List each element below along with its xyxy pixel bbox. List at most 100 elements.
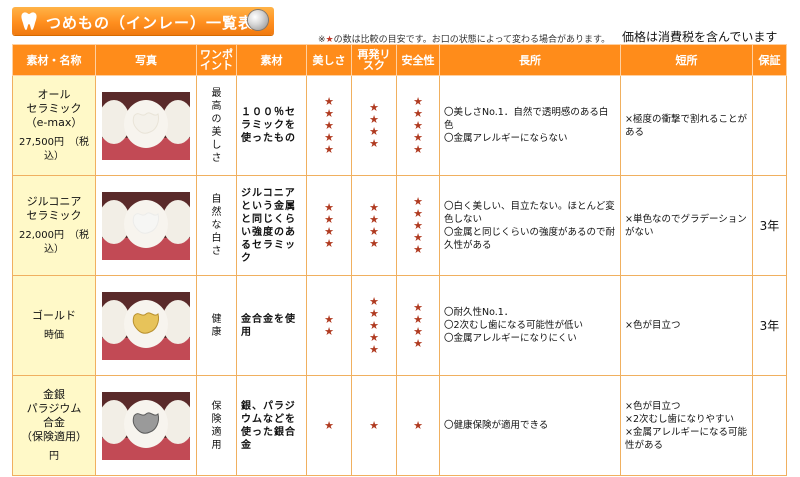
- demerit-item: ×色が目立つ: [625, 400, 681, 412]
- cell-safety-stars: ★: [396, 375, 440, 476]
- star-icon: ★: [369, 112, 379, 126]
- cell-demerits: ×極度の衝撃で割れることがある: [620, 75, 753, 176]
- star-icon: ★: [324, 130, 334, 144]
- cell-one-point: 最高の美しさ: [196, 75, 237, 176]
- cell-material: 銀、パラジウムなどを使った銀合金: [236, 375, 307, 476]
- menu-ball-button[interactable]: [248, 10, 268, 30]
- star-icon: ★: [324, 324, 334, 338]
- header-row: 素材・名称 写真 ワンポイント 素材 美しさ 再発リスク 安全性 長所 短所 保…: [12, 44, 787, 76]
- star-icon: ★: [324, 106, 334, 120]
- star-icon: ★: [413, 324, 423, 338]
- cell-photo: [95, 75, 197, 176]
- page-title-bar: つめもの（インレー）一覧表: [12, 7, 274, 35]
- star-icon: ★: [369, 294, 379, 308]
- gold-tooth-photo: [102, 291, 190, 360]
- name-line: ジルコニア: [26, 194, 82, 208]
- star-icon: ★: [324, 224, 334, 238]
- cell-photo: [95, 175, 197, 276]
- star-icon: ★: [369, 330, 379, 344]
- cell-safety-stars: ★ ★ ★ ★ ★: [396, 175, 440, 276]
- demerit-item: ×極度の衝撃で割れることがある: [625, 113, 747, 138]
- table-row: ゴールド 時価 健康 金合金を使用 ★ ★ ★ ★ ★ ★ ★ ★ ★ ★ ★ 〇耐久性No.1． 〇2次むし歯…: [12, 275, 787, 376]
- table-row: ジルコニア セラミック 22,000円 （税込） 自然な白さ ジルコニアという金属と同じ…: [12, 175, 787, 276]
- header-name: 素材・名称: [12, 44, 96, 76]
- material-text: １００％セラミックを使ったもの: [241, 107, 296, 144]
- star-icon: ★: [324, 312, 334, 326]
- star-icon: ★: [369, 306, 379, 320]
- cell-one-point: 自然な白さ: [196, 175, 237, 276]
- name-line: オール: [37, 87, 71, 101]
- merit-item: 〇2次むし歯になる可能性が低い: [444, 320, 584, 331]
- star-icon: ★: [369, 136, 379, 150]
- star-icon: ★: [413, 106, 423, 120]
- star-icon: ★: [413, 194, 423, 208]
- star-icon: ★: [324, 118, 334, 132]
- merit-item: 〇白く美しい、目立たない。ほとんど変色しない: [444, 200, 615, 225]
- cell-material: １００％セラミックを使ったもの: [236, 75, 307, 176]
- table-row: 金銀 パラジウム 合金 （保険適用） 円 保険適用 銀、パラジウムなどを使った銀合金 ★ ★ ★ 〇…: [12, 375, 787, 476]
- cell-warranty: 3年: [752, 275, 787, 376]
- header-material: 素材: [236, 44, 307, 76]
- cell-beauty-stars: ★ ★ ★ ★ ★: [306, 75, 352, 176]
- cell-merits: 〇白く美しい、目立たない。ほとんど変色しない 〇金属と同じくらいの強度があるので耐…: [439, 175, 621, 276]
- star-icon: ★: [413, 336, 423, 350]
- material-text: ジルコニアという金属と同じくらい強度のあるセラミック: [241, 187, 296, 264]
- name-line: 合金: [43, 415, 65, 429]
- name-line: ゴールド: [32, 308, 76, 322]
- header-merits: 長所: [439, 44, 621, 76]
- star-icon: ★: [369, 418, 379, 432]
- cell-warranty: [752, 375, 787, 476]
- star-icon: ★: [324, 94, 334, 108]
- cell-risk-stars: ★ ★ ★ ★: [351, 175, 397, 276]
- cell-material: ジルコニアという金属と同じくらい強度のあるセラミック: [236, 175, 307, 276]
- star-icon: ★: [369, 200, 379, 214]
- star-icon: ★: [324, 418, 334, 432]
- star-icon: ★: [369, 236, 379, 250]
- star-icon: ★: [324, 236, 334, 250]
- star-icon: ★: [413, 142, 423, 156]
- inlay-comparison-table: 素材・名称 写真 ワンポイント 素材 美しさ 再発リスク 安全性 長所 短所 保…: [12, 44, 787, 476]
- demerit-item: ×色が目立つ: [625, 320, 681, 331]
- one-point-text: 保険適用: [211, 400, 222, 451]
- name-line: セラミック: [26, 208, 82, 222]
- demerit-item: ×単色なのでグラデーションがない: [625, 213, 747, 238]
- star-icon: ★: [413, 300, 423, 314]
- one-point-text: 自然な白さ: [211, 194, 222, 257]
- material-text: 金合金を使用: [241, 313, 296, 338]
- star-icon: ★: [369, 318, 379, 332]
- cell-material: 金合金を使用: [236, 275, 307, 376]
- name-line: パラジウム: [26, 401, 82, 415]
- header-risk: 再発リスク: [351, 44, 397, 76]
- cell-name: オール セラミック （e-max） 27,500円 （税込）: [12, 75, 96, 176]
- name-line: セラミック: [26, 101, 82, 115]
- header-safety: 安全性: [396, 44, 440, 76]
- zirconia-tooth-photo: [102, 191, 190, 260]
- star-icon: ★: [369, 212, 379, 226]
- merit-item: 〇金属アレルギーにならない: [444, 133, 568, 144]
- page-title: つめもの（インレー）一覧表: [46, 14, 255, 32]
- header-demerits: 短所: [620, 44, 753, 76]
- merit-item: 〇金属アレルギーになりにくい: [444, 333, 577, 344]
- cell-one-point: 保険適用: [196, 375, 237, 476]
- star-icon: ★: [413, 218, 423, 232]
- demerit-item: ×金属アレルギーになる可能性がある: [625, 426, 747, 451]
- header-warranty: 保証: [752, 44, 787, 76]
- star-icon: ★: [413, 94, 423, 108]
- cell-one-point: 健康: [196, 275, 237, 376]
- cell-beauty-stars: ★: [306, 375, 352, 476]
- star-icon: ★: [413, 312, 423, 326]
- cell-safety-stars: ★ ★ ★ ★ ★: [396, 75, 440, 176]
- star-icon: ★: [324, 200, 334, 214]
- merit-item: 〇金属と同じくらいの強度があるので耐久性がある: [444, 226, 616, 251]
- star-icon: ★: [413, 118, 423, 132]
- demerit-item: ×2次むし歯になりやすい: [625, 413, 735, 425]
- cell-risk-stars: ★ ★ ★ ★ ★: [351, 275, 397, 376]
- warranty-text: 3年: [759, 319, 780, 333]
- star-icon: ★: [324, 142, 334, 156]
- cell-demerits: ×色が目立つ ×2次むし歯になりやすい ×金属アレルギーになる可能性がある: [620, 375, 753, 476]
- cell-warranty: [752, 75, 787, 176]
- price-text: 円: [49, 450, 59, 462]
- star-icon: ★: [369, 224, 379, 238]
- one-point-text: 健康: [211, 313, 222, 338]
- table-row: オール セラミック （e-max） 27,500円 （税込） 最高の美しさ １００％セラミ…: [12, 75, 787, 176]
